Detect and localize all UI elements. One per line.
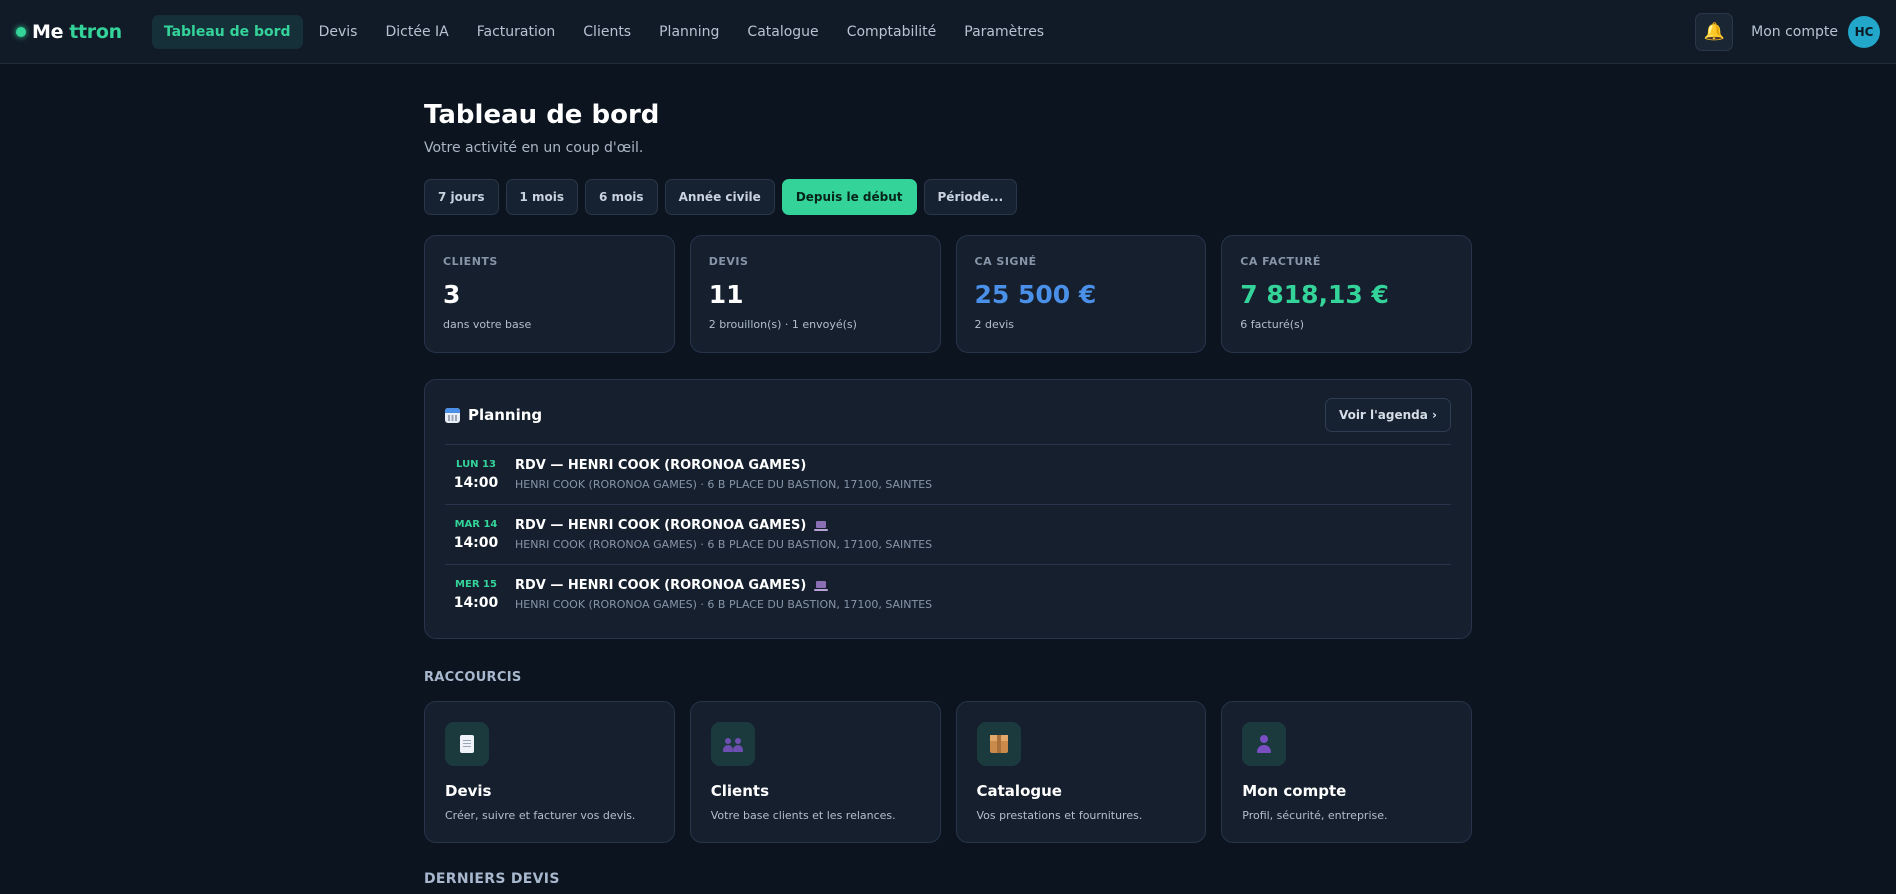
shortcut-catalogue[interactable]: Catalogue Vos prestations et fournitures… xyxy=(955,701,1207,843)
stat-card-ca-facture: CA FACTURÉ 7 818,13 € 6 facturé(s) xyxy=(1221,235,1472,353)
page-title: Tableau de bord xyxy=(424,100,660,130)
planning-title: Planning xyxy=(445,406,542,424)
nav-right: 🔔 Mon compte HC xyxy=(1695,0,1880,64)
shortcut-desc: Profil, sécurité, entreprise. xyxy=(1242,809,1388,822)
shortcut-desc: Créer, suivre et facturer vos devis. xyxy=(445,809,636,822)
top-navbar: Me ttron Tableau de bord Devis Dictée IA … xyxy=(0,0,1896,64)
nav-item-facturation[interactable]: Facturation xyxy=(465,15,568,49)
logo-dot-icon xyxy=(16,26,26,37)
event-info: RDV — HENRI COOK (RORONOA GAMES) HENRI C… xyxy=(515,578,932,611)
period-depuis-le-debut[interactable]: Depuis le début xyxy=(781,179,917,215)
stat-sub: 6 facturé(s) xyxy=(1240,318,1305,331)
shortcut-title: Devis xyxy=(445,782,492,800)
event-item[interactable]: MAR 14 14:00 RDV — HENRI COOK (RORONOA G… xyxy=(445,504,1451,564)
document-icon xyxy=(445,722,489,766)
stat-card-clients: CLIENTS 3 dans votre base xyxy=(424,235,675,353)
shortcut-devis[interactable]: Devis Créer, suivre et facturer vos devi… xyxy=(424,701,675,843)
stat-value: 11 xyxy=(708,280,744,309)
event-date: LUN 13 14:00 xyxy=(445,459,507,491)
event-time: 14:00 xyxy=(453,594,499,611)
event-item[interactable]: LUN 13 14:00 RDV — HENRI COOK (RORONOA G… xyxy=(445,444,1451,504)
planning-title-text: Planning xyxy=(468,406,543,424)
stat-value: 3 xyxy=(443,280,461,309)
event-title: RDV — HENRI COOK (RORONOA GAMES) xyxy=(515,578,932,593)
stat-sub: dans votre base xyxy=(443,318,532,331)
last-quotes-title: DERNIERS DEVIS xyxy=(424,871,560,887)
nav-item-catalogue[interactable]: Catalogue xyxy=(735,15,830,49)
nav-item-planning[interactable]: Planning xyxy=(647,15,731,49)
stat-label: CLIENTS xyxy=(443,255,498,268)
period-1-mois[interactable]: 1 mois xyxy=(505,179,579,215)
account-menu[interactable]: Mon compte HC xyxy=(1751,16,1880,48)
period-6-mois[interactable]: 6 mois xyxy=(585,179,658,215)
stat-label: DEVIS xyxy=(708,255,749,268)
account-label: Mon compte xyxy=(1751,24,1838,40)
event-info: RDV — HENRI COOK (RORONOA GAMES) HENRI C… xyxy=(515,518,932,551)
event-day: LUN 13 xyxy=(456,458,496,470)
calendar-icon xyxy=(445,407,460,423)
shortcut-title: Clients xyxy=(710,782,769,800)
event-time: 14:00 xyxy=(453,474,499,491)
shortcut-title: Catalogue xyxy=(976,782,1062,800)
bell-icon: 🔔 xyxy=(1703,22,1725,42)
package-icon xyxy=(976,722,1021,766)
event-time: 14:00 xyxy=(453,534,499,551)
period-7-jours[interactable]: 7 jours xyxy=(424,179,499,215)
event-title: RDV — HENRI COOK (RORONOA GAMES) xyxy=(515,518,932,533)
event-date: MAR 14 14:00 xyxy=(445,519,507,551)
notifications-button[interactable]: 🔔 xyxy=(1695,13,1734,51)
event-list: LUN 13 14:00 RDV — HENRI COOK (RORONOA G… xyxy=(445,444,1451,624)
view-agenda-button[interactable]: Voir l'agenda › xyxy=(1324,398,1451,432)
planning-header: Planning Voir l'agenda › xyxy=(445,398,1451,432)
stat-value: 25 500 € xyxy=(974,280,1097,309)
stat-card-ca-signe: CA SIGNÉ 25 500 € 2 devis xyxy=(955,235,1207,353)
nav-item-comptabilite[interactable]: Comptabilité xyxy=(835,15,949,49)
stat-label: CA FACTURÉ xyxy=(1240,255,1321,268)
event-address: HENRI COOK (RORONOA GAMES) · 6 B PLACE D… xyxy=(515,478,933,491)
event-day: MER 15 xyxy=(455,578,497,590)
period-custom[interactable]: Période... xyxy=(923,179,1018,215)
shortcuts-grid: Devis Créer, suivre et facturer vos devi… xyxy=(424,701,1472,843)
event-title: RDV — HENRI COOK (RORONOA GAMES) xyxy=(515,458,807,473)
user-icon xyxy=(1242,722,1287,766)
shortcut-desc: Vos prestations et fournitures. xyxy=(976,809,1143,822)
nav-item-dictee-ia[interactable]: Dictée IA xyxy=(373,15,460,49)
period-annee-civile[interactable]: Année civile xyxy=(664,179,775,215)
brand-name: Me ttron xyxy=(32,20,122,43)
event-item[interactable]: MER 15 14:00 RDV — HENRI COOK (RORONOA G… xyxy=(445,564,1451,624)
shortcut-mon-compte[interactable]: Mon compte Profil, sécurité, entreprise. xyxy=(1221,701,1472,843)
stat-sub: 2 brouillon(s) · 1 envoyé(s) xyxy=(708,318,857,331)
stat-value: 7 818,13 € xyxy=(1240,280,1389,309)
planning-card: Planning Voir l'agenda › LUN 13 14:00 RD… xyxy=(424,379,1472,639)
main-content: Tableau de bord Votre activité en un cou… xyxy=(424,64,1472,887)
event-date: MER 15 14:00 xyxy=(445,579,507,611)
event-day: MAR 14 xyxy=(454,518,498,530)
nav-item-clients[interactable]: Clients xyxy=(571,15,643,49)
shortcut-desc: Votre base clients et les relances. xyxy=(710,809,896,822)
shortcut-title: Mon compte xyxy=(1242,782,1347,800)
stat-label: CA SIGNÉ xyxy=(974,255,1037,268)
event-info: RDV — HENRI COOK (RORONOA GAMES) HENRI C… xyxy=(515,458,932,491)
shortcuts-title: RACCOURCIS xyxy=(424,670,522,685)
users-icon xyxy=(710,722,755,766)
nav-item-tableau-de-bord[interactable]: Tableau de bord xyxy=(151,14,303,49)
page-subtitle: Votre activité en un coup d'œil. xyxy=(424,140,644,156)
stats-grid: CLIENTS 3 dans votre base DEVIS 11 2 bro… xyxy=(424,235,1472,353)
stat-sub: 2 devis xyxy=(974,318,1015,331)
event-address: HENRI COOK (RORONOA GAMES) · 6 B PLACE D… xyxy=(515,538,933,551)
laptop-icon xyxy=(814,520,829,531)
event-address: HENRI COOK (RORONOA GAMES) · 6 B PLACE D… xyxy=(515,598,933,611)
nav-item-parametres[interactable]: Paramètres xyxy=(952,15,1056,49)
nav-menu: Tableau de bord Devis Dictée IA Facturat… xyxy=(151,14,1056,49)
period-filter: 7 jours 1 mois 6 mois Année civile Depui… xyxy=(424,179,1472,215)
avatar: HC xyxy=(1848,16,1880,48)
nav-item-devis[interactable]: Devis xyxy=(307,15,370,49)
laptop-icon xyxy=(814,580,829,591)
shortcut-clients[interactable]: Clients Votre base clients et les relanc… xyxy=(689,701,941,843)
stat-card-devis: DEVIS 11 2 brouillon(s) · 1 envoyé(s) xyxy=(689,235,941,353)
brand-logo[interactable]: Me ttron xyxy=(16,21,122,43)
